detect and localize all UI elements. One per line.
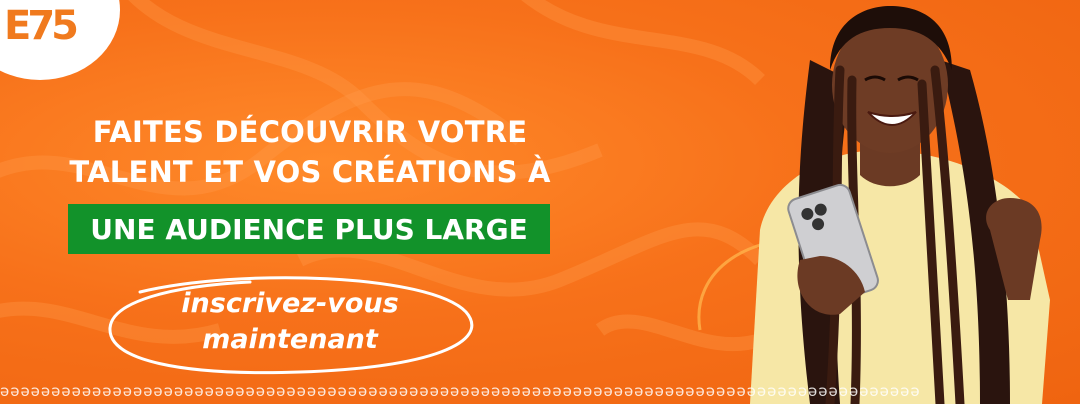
promo-banner[interactable]: E75 FAITES DÉCOUVRIR VOTRE TALENT ET VOS… (0, 0, 1080, 404)
headline-line-1: FAITES DÉCOUVRIR VOTRE (92, 115, 528, 149)
cta-line-2: maintenant (202, 324, 378, 355)
headline: FAITES DÉCOUVRIR VOTRE TALENT ET VOS CRÉ… (40, 112, 580, 192)
bottom-decorative-pattern: әәәәәәәәәәәәәәәәәәәәәәәәәәәәәәәәәәәәәәәә… (0, 382, 921, 400)
woman-with-phone-image (690, 0, 1080, 404)
highlight-text: UNE AUDIENCE PLUS LARGE (90, 212, 528, 246)
cta-label: inscrivez-vous maintenant (100, 286, 480, 358)
highlight-banner: UNE AUDIENCE PLUS LARGE (68, 204, 550, 254)
cta-line-1: inscrivez-vous (181, 288, 399, 319)
logo-text: E75 (4, 3, 79, 49)
headline-line-2: TALENT ET VOS CRÉATIONS À (69, 155, 551, 189)
signup-cta[interactable]: inscrivez-vous maintenant (100, 272, 480, 376)
logo[interactable]: E75 (0, 0, 110, 70)
